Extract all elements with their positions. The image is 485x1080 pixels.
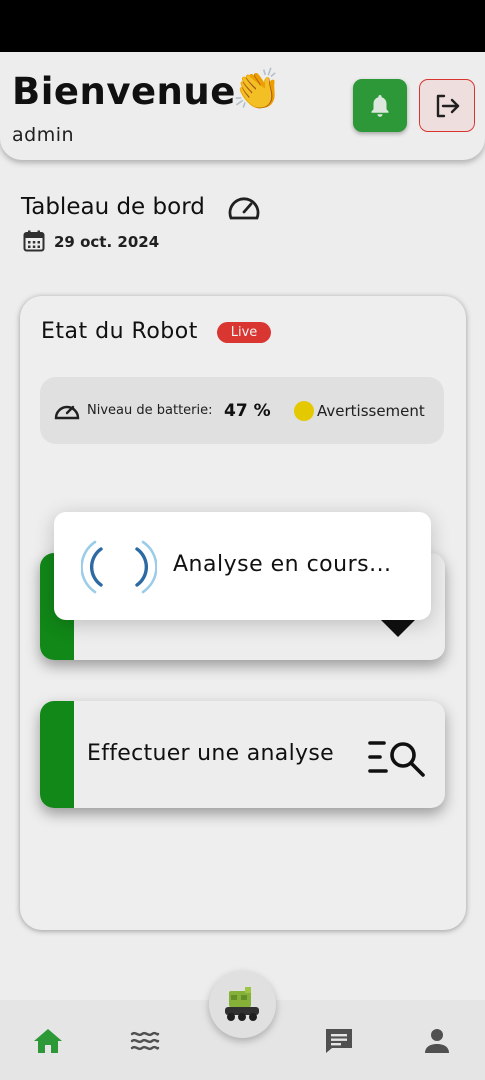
loading-spinner-icon (81, 540, 157, 594)
loading-message: Analyse en cours... (173, 552, 392, 577)
loading-dialog: Analyse en cours... (54, 512, 431, 620)
